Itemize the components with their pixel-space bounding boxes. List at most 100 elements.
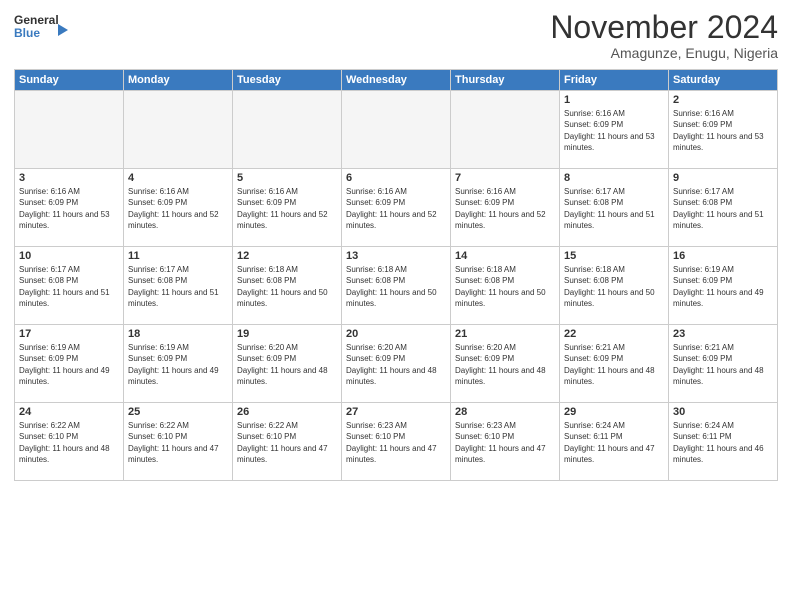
- logo: General Blue: [14, 14, 70, 46]
- day-number: 7: [455, 172, 555, 184]
- day-number: 12: [237, 250, 337, 262]
- day-cell: 16 Sunrise: 6:19 AMSunset: 6:09 PMDayligh…: [669, 247, 778, 325]
- day-number: 5: [237, 172, 337, 184]
- day-cell: 10 Sunrise: 6:17 AMSunset: 6:08 PMDayligh…: [15, 247, 124, 325]
- day-info: Sunrise: 6:21 AMSunset: 6:09 PMDaylight:…: [673, 342, 773, 387]
- day-cell: 25 Sunrise: 6:22 AMSunset: 6:10 PMDayligh…: [124, 403, 233, 481]
- day-number: 21: [455, 328, 555, 340]
- day-cell: 21Sunrise: 6:20 AMSunset: 6:09 PMDayligh…: [451, 325, 560, 403]
- day-cell: 9 Sunrise: 6:17 AMSunset: 6:08 PMDaylight…: [669, 169, 778, 247]
- day-info: Sunrise: 6:23 AMSunset: 6:10 PMDaylight:…: [346, 420, 446, 465]
- day-cell: 24 Sunrise: 6:22 AMSunset: 6:10 PMDayligh…: [15, 403, 124, 481]
- day-info: Sunrise: 6:17 AMSunset: 6:08 PMDaylight:…: [564, 186, 664, 231]
- day-number: 14: [455, 250, 555, 262]
- day-cell: [451, 91, 560, 169]
- day-info: Sunrise: 6:17 AMSunset: 6:08 PMDaylight:…: [19, 264, 119, 309]
- week-row-3: 10 Sunrise: 6:17 AMSunset: 6:08 PMDayligh…: [15, 247, 778, 325]
- day-number: 1: [564, 94, 664, 106]
- day-cell: 6Sunrise: 6:16 AMSunset: 6:09 PMDaylight…: [342, 169, 451, 247]
- day-cell: 8 Sunrise: 6:17 AMSunset: 6:08 PMDaylight…: [560, 169, 669, 247]
- location: Amagunze, Enugu, Nigeria: [550, 45, 778, 61]
- day-info: Sunrise: 6:22 AMSunset: 6:10 PMDaylight:…: [19, 420, 119, 465]
- day-number: 16: [673, 250, 773, 262]
- day-cell: 19 Sunrise: 6:20 AMSunset: 6:09 PMDayligh…: [233, 325, 342, 403]
- day-info: Sunrise: 6:21 AMSunset: 6:09 PMDaylight:…: [564, 342, 664, 387]
- day-cell: 30Sunrise: 6:24 AMSunset: 6:11 PMDayligh…: [669, 403, 778, 481]
- title-block: November 2024 Amagunze, Enugu, Nigeria: [550, 10, 778, 61]
- header: General Blue November 2024 Amagunze, Enu…: [14, 10, 778, 61]
- day-cell: 1Sunrise: 6:16 AMSunset: 6:09 PMDaylight…: [560, 91, 669, 169]
- day-cell: 15 Sunrise: 6:18 AMSunset: 6:08 PMDayligh…: [560, 247, 669, 325]
- day-info: Sunrise: 6:16 AMSunset: 6:09 PMDaylight:…: [128, 186, 228, 231]
- day-number: 9: [673, 172, 773, 184]
- calendar-body: 1 Sunrise: 6:16 AMSunset: 6:09 PMDaylight…: [15, 91, 778, 481]
- day-number: 22: [564, 328, 664, 340]
- col-friday: Friday: [560, 70, 669, 91]
- day-number: 13: [346, 250, 446, 262]
- day-cell: [233, 91, 342, 169]
- day-number: 28: [455, 406, 555, 418]
- day-number: 15: [564, 250, 664, 262]
- day-cell: 18 Sunrise: 6:19 AMSunset: 6:09 PMDayligh…: [124, 325, 233, 403]
- day-number: 8: [564, 172, 664, 184]
- day-info: Sunrise: 6:22 AMSunset: 6:10 PMDaylight:…: [128, 420, 228, 465]
- day-info: Sunrise: 6:19 AMSunset: 6:09 PMDaylight:…: [673, 264, 773, 309]
- day-number: 30: [673, 406, 773, 418]
- day-info: Sunrise: 6:16 AMSunset: 6:09 PMDaylight:…: [237, 186, 337, 231]
- month-title: November 2024: [550, 10, 778, 45]
- day-cell: 23 Sunrise: 6:21 AMSunset: 6:09 PMDayligh…: [669, 325, 778, 403]
- day-number: 24: [19, 406, 119, 418]
- page-container: General Blue November 2024 Amagunze, Enu…: [0, 0, 792, 487]
- day-cell: 13Sunrise: 6:18 AMSunset: 6:08 PMDayligh…: [342, 247, 451, 325]
- day-cell: 4 Sunrise: 6:16 AMSunset: 6:09 PMDaylight…: [124, 169, 233, 247]
- day-number: 3: [19, 172, 119, 184]
- week-row-5: 24 Sunrise: 6:22 AMSunset: 6:10 PMDayligh…: [15, 403, 778, 481]
- day-cell: 22 Sunrise: 6:21 AMSunset: 6:09 PMDayligh…: [560, 325, 669, 403]
- day-number: 26: [237, 406, 337, 418]
- day-info: Sunrise: 6:18 AMSunset: 6:08 PMDaylight:…: [237, 264, 337, 309]
- col-saturday: Saturday: [669, 70, 778, 91]
- day-cell: [15, 91, 124, 169]
- day-cell: 27 Sunrise: 6:23 AMSunset: 6:10 PMDayligh…: [342, 403, 451, 481]
- day-cell: 29 Sunrise: 6:24 AMSunset: 6:11 PMDayligh…: [560, 403, 669, 481]
- day-cell: [342, 91, 451, 169]
- week-row-1: 1 Sunrise: 6:16 AMSunset: 6:09 PMDaylight…: [15, 91, 778, 169]
- day-info: Sunrise: 6:17 AMSunset: 6:08 PMDaylight:…: [673, 186, 773, 231]
- day-info: Sunrise: 6:19 AMSunset: 6:09 PMDaylight:…: [128, 342, 228, 387]
- day-number: 29: [564, 406, 664, 418]
- day-number: 18: [128, 328, 228, 340]
- day-cell: 7Sunrise: 6:16 AMSunset: 6:09 PMDaylight…: [451, 169, 560, 247]
- day-cell: 26 Sunrise: 6:22 AMSunset: 6:10 PMDayligh…: [233, 403, 342, 481]
- week-row-4: 17Sunrise: 6:19 AMSunset: 6:09 PMDayligh…: [15, 325, 778, 403]
- day-info: Sunrise: 6:16 AMSunset: 6:09 PMDaylight:…: [673, 108, 773, 153]
- day-info: Sunrise: 6:24 AMSunset: 6:11 PMDaylight:…: [564, 420, 664, 465]
- day-info: Sunrise: 6:18 AMSunset: 6:08 PMDaylight:…: [564, 264, 664, 309]
- week-row-2: 3 Sunrise: 6:16 AMSunset: 6:09 PMDaylight…: [15, 169, 778, 247]
- day-cell: [124, 91, 233, 169]
- day-info: Sunrise: 6:18 AMSunset: 6:08 PMDaylight:…: [455, 264, 555, 309]
- day-number: 27: [346, 406, 446, 418]
- day-number: 23: [673, 328, 773, 340]
- day-number: 4: [128, 172, 228, 184]
- day-cell: 2 Sunrise: 6:16 AMSunset: 6:09 PMDaylight…: [669, 91, 778, 169]
- day-cell: 14 Sunrise: 6:18 AMSunset: 6:08 PMDayligh…: [451, 247, 560, 325]
- day-number: 20: [346, 328, 446, 340]
- day-info: Sunrise: 6:19 AMSunset: 6:09 PMDaylight:…: [19, 342, 119, 387]
- day-cell: 28 Sunrise: 6:23 AMSunset: 6:10 PMDayligh…: [451, 403, 560, 481]
- day-info: Sunrise: 6:20 AMSunset: 6:09 PMDaylight:…: [346, 342, 446, 387]
- day-info: Sunrise: 6:20 AMSunset: 6:09 PMDaylight:…: [237, 342, 337, 387]
- day-info: Sunrise: 6:22 AMSunset: 6:10 PMDaylight:…: [237, 420, 337, 465]
- day-number: 19: [237, 328, 337, 340]
- col-monday: Monday: [124, 70, 233, 91]
- day-info: Sunrise: 6:16 AMSunset: 6:09 PMDaylight:…: [346, 186, 446, 231]
- day-number: 2: [673, 94, 773, 106]
- day-info: Sunrise: 6:23 AMSunset: 6:10 PMDaylight:…: [455, 420, 555, 465]
- day-number: 25: [128, 406, 228, 418]
- col-tuesday: Tuesday: [233, 70, 342, 91]
- calendar-table: Sunday Monday Tuesday Wednesday Thursday…: [14, 69, 778, 481]
- day-cell: 20 Sunrise: 6:20 AMSunset: 6:09 PMDayligh…: [342, 325, 451, 403]
- header-row: Sunday Monday Tuesday Wednesday Thursday…: [15, 70, 778, 91]
- day-cell: 5 Sunrise: 6:16 AMSunset: 6:09 PMDaylight…: [233, 169, 342, 247]
- col-wednesday: Wednesday: [342, 70, 451, 91]
- day-number: 10: [19, 250, 119, 262]
